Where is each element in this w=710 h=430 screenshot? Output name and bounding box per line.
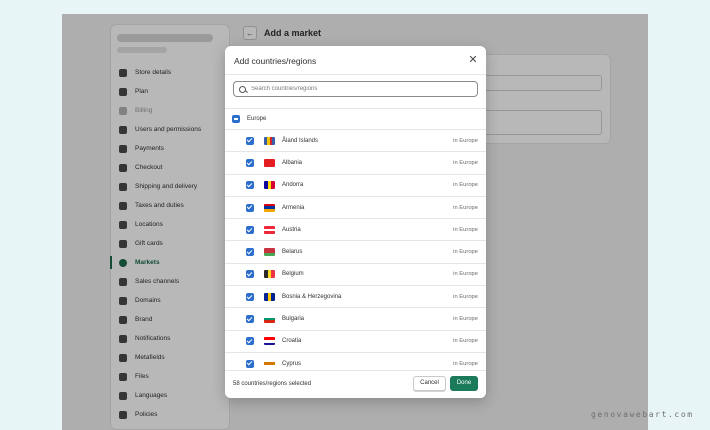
flag-icon bbox=[264, 292, 275, 301]
country-checkbox[interactable] bbox=[246, 225, 254, 234]
search-icon bbox=[239, 85, 246, 93]
flag-icon bbox=[264, 203, 275, 212]
country-checkbox[interactable] bbox=[246, 158, 254, 167]
country-checkbox[interactable] bbox=[246, 292, 254, 301]
group-checkbox[interactable] bbox=[232, 115, 240, 123]
modal-footer: 58 countries/regions selected Cancel Don… bbox=[225, 370, 486, 398]
country-name: Belarus bbox=[282, 249, 303, 256]
country-row[interactable]: Austria in Europe bbox=[225, 219, 486, 242]
flag-icon bbox=[264, 158, 275, 167]
flag-icon bbox=[264, 248, 275, 257]
country-region: in Europe bbox=[453, 271, 478, 278]
country-row[interactable]: Åland Islands in Europe bbox=[225, 130, 486, 153]
country-list: Europe Åland Islands in Europe Albania in E… bbox=[225, 108, 486, 368]
country-row[interactable]: Croatia in Europe bbox=[225, 331, 486, 353]
country-checkbox[interactable] bbox=[246, 337, 254, 346]
flag-icon bbox=[264, 359, 275, 368]
country-row[interactable]: Bulgaria in Europe bbox=[225, 308, 486, 331]
flag-icon bbox=[264, 270, 275, 279]
country-checkbox[interactable] bbox=[246, 248, 254, 257]
country-checkbox[interactable] bbox=[246, 136, 254, 145]
country-row[interactable]: Andorra in Europe bbox=[225, 175, 486, 197]
modal-title: Add countries/regions bbox=[234, 56, 317, 66]
country-region: in Europe bbox=[453, 204, 478, 211]
country-region: in Europe bbox=[453, 249, 478, 256]
flag-icon bbox=[264, 225, 275, 234]
country-name: Armenia bbox=[282, 204, 305, 211]
modal-header: Add countries/regions ✕ bbox=[225, 46, 486, 75]
country-checkbox[interactable] bbox=[246, 315, 254, 324]
region-group-europe[interactable]: Europe bbox=[225, 109, 486, 130]
flag-icon bbox=[264, 337, 275, 346]
country-row[interactable]: Armenia in Europe bbox=[225, 197, 486, 220]
country-checkbox[interactable] bbox=[246, 359, 254, 368]
country-row[interactable]: Cyprus in Europe bbox=[225, 353, 486, 368]
watermark: genovawebart.com bbox=[591, 410, 694, 419]
country-region: in Europe bbox=[453, 338, 478, 345]
group-label: Europe bbox=[247, 116, 267, 122]
flag-icon bbox=[264, 181, 275, 190]
cancel-button[interactable]: Cancel bbox=[413, 376, 446, 391]
country-region: in Europe bbox=[453, 226, 478, 233]
country-row[interactable]: Albania in Europe bbox=[225, 152, 486, 175]
country-name: Andorra bbox=[282, 182, 304, 189]
country-name: Åland Islands bbox=[282, 137, 319, 144]
country-region: in Europe bbox=[453, 159, 478, 166]
country-region: in Europe bbox=[453, 360, 478, 367]
country-name: Albania bbox=[282, 159, 303, 166]
flag-icon bbox=[264, 315, 275, 324]
country-row[interactable]: Belgium in Europe bbox=[225, 264, 486, 287]
country-checkbox[interactable] bbox=[246, 203, 254, 212]
done-button[interactable]: Done bbox=[450, 376, 478, 391]
country-search[interactable] bbox=[233, 81, 478, 97]
country-region: in Europe bbox=[453, 182, 478, 189]
add-countries-modal: Add countries/regions ✕ Europe Åland Isl… bbox=[225, 46, 486, 398]
country-region: in Europe bbox=[453, 293, 478, 300]
country-name: Bosnia & Herzegovina bbox=[282, 293, 342, 300]
country-region: in Europe bbox=[453, 316, 478, 323]
country-checkbox[interactable] bbox=[246, 270, 254, 279]
search-input[interactable] bbox=[251, 86, 451, 92]
country-checkbox[interactable] bbox=[246, 181, 254, 190]
country-name: Austria bbox=[282, 226, 301, 233]
country-row[interactable]: Bosnia & Herzegovina in Europe bbox=[225, 286, 486, 309]
selected-count: 58 countries/regions selected bbox=[233, 381, 312, 387]
close-icon[interactable]: ✕ bbox=[467, 54, 479, 66]
country-name: Cyprus bbox=[282, 360, 302, 367]
country-region: in Europe bbox=[453, 137, 478, 144]
country-name: Croatia bbox=[282, 338, 302, 345]
country-name: Bulgaria bbox=[282, 316, 305, 323]
flag-icon bbox=[264, 136, 275, 145]
country-name: Belgium bbox=[282, 271, 304, 278]
country-row[interactable]: Belarus in Europe bbox=[225, 241, 486, 264]
